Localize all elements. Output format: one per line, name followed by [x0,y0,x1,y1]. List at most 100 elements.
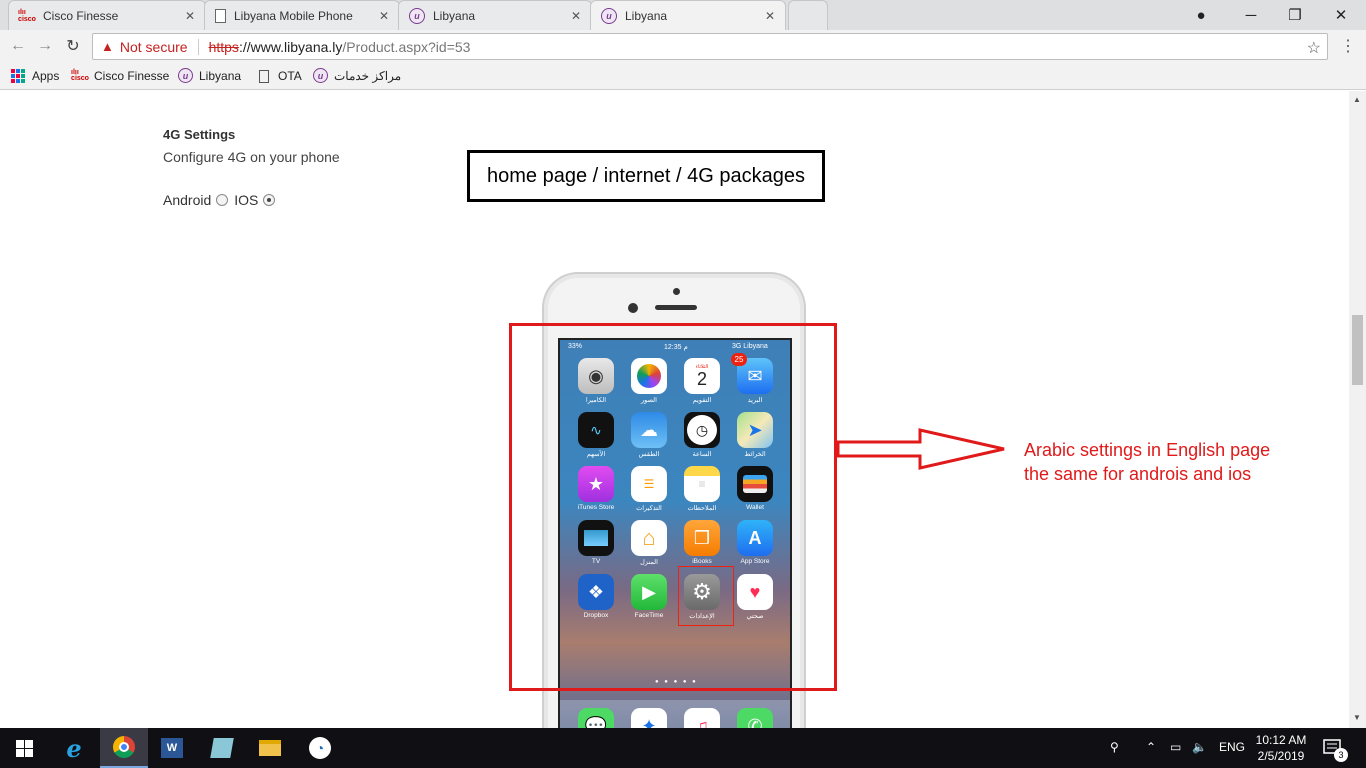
close-icon[interactable]: ✕ [379,9,389,23]
taskbar-cisco-app[interactable]: ◔ [296,728,344,768]
phone-camera [628,303,638,313]
ios-radio[interactable] [263,194,276,206]
taskbar-chrome[interactable] [100,728,148,768]
page-viewport: 4G Settings Configure 4G on your phone A… [0,91,1349,728]
bookmark-ota[interactable]: OTA [256,68,302,84]
tab-libyana[interactable]: u Libyana ✕ [398,0,592,30]
url-scheme: https [208,38,239,55]
people-icon[interactable]: ⚲ [1110,740,1119,754]
libyana-favicon-icon: u [409,7,425,24]
bookmark-star-icon[interactable]: ☆ [1307,38,1321,58]
page-scrollbar[interactable]: ▲ ▼ [1349,91,1366,728]
libyana-icon: u [178,68,193,83]
window-close-icon[interactable]: ✕ [1318,0,1364,30]
close-icon[interactable]: ✕ [765,9,775,23]
scroll-thumb[interactable] [1352,315,1363,385]
cisco-jabber-icon: ◔ [309,737,331,759]
show-hidden-icons-chevron-icon[interactable]: ⌃ [1146,740,1156,754]
tab-title: Libyana Mobile Phone [234,8,353,23]
url-host: ://www.libyana.ly [238,38,343,55]
separator [197,38,199,55]
forward-arrow-icon[interactable]: → [35,36,55,56]
phone-sensor [673,288,680,295]
bookmark-label: Cisco Finesse [94,69,170,83]
scroll-up-icon[interactable]: ▲ [1353,95,1361,104]
close-icon[interactable]: ✕ [571,9,581,23]
screen: ılıı cisco Cisco Finesse ✕ Libyana Mobile… [0,0,1366,768]
reload-icon[interactable]: ↻ [63,36,83,56]
tab-title: Libyana [625,8,668,23]
red-highlight-box [509,323,837,691]
android-radio[interactable] [216,194,229,206]
chrome-icon [113,736,135,758]
bookmark-label: Apps [32,69,60,83]
bookmark-label: OTA [278,69,302,83]
page-icon [256,68,272,84]
address-bar[interactable]: ▲ Not secure https://www.libyana.ly/Prod… [92,33,1328,60]
internet-explorer-icon: e [66,733,82,763]
taskbar-sticky-notes[interactable] [198,728,246,768]
warning-triangle-icon: ▲ [101,39,114,54]
os-radio-group: Android IOS [163,192,281,208]
url-path: /Product.aspx?id=53 [342,38,471,55]
taskbar-internet-explorer[interactable]: e [50,728,98,768]
word-icon: W [161,738,183,758]
notification-count-badge: 3 [1334,748,1348,762]
dock-messages: 💬 [576,708,616,728]
phone-speaker [655,305,697,310]
libyana-icon: u [313,68,328,83]
bookmark-label: مراكز خدمات [334,68,402,83]
input-language[interactable]: ENG [1219,740,1245,754]
bookmark-cisco-finesse[interactable]: ılıı cisco Cisco Finesse [71,68,170,84]
new-tab-button[interactable] [788,0,828,30]
red-arrow-annotation [836,428,1005,470]
scroll-down-icon[interactable]: ▼ [1353,713,1361,722]
annotation-line-1: Arabic settings in English page [1024,440,1271,460]
apps-grid-icon [10,68,26,84]
browser-menu-icon[interactable]: ⋮ [1340,36,1356,56]
back-arrow-icon[interactable]: ← [8,36,28,56]
minimize-icon[interactable]: ─ [1228,0,1274,30]
profile-icon[interactable]: ● [1178,0,1224,30]
phone-dock: 💬 ✦ ♫ ✆ [560,700,790,728]
clock-time: 10:12 AM [1255,733,1307,747]
bookmarks-bar: Apps ılıı cisco Cisco Finesse u Libyana O… [0,62,1366,90]
network-icon[interactable]: ▭ [1170,740,1181,754]
bookmark-label: Libyana [199,68,242,83]
tab-title: Cisco Finesse [43,8,119,23]
ios-radio-label: IOS [234,192,259,208]
android-radio-label: Android [163,192,212,208]
annotation-note: Arabic settings in English page the same… [1024,438,1270,486]
taskbar-word[interactable]: W [148,728,196,768]
messages-icon: 💬 [578,708,614,728]
tab-cisco-finesse[interactable]: ılıı cisco Cisco Finesse ✕ [8,0,206,30]
bookmark-apps[interactable]: Apps [10,68,59,84]
system-clock[interactable]: 10:12 AM 2/5/2019 [1246,732,1316,764]
browser-tab-strip: ılıı cisco Cisco Finesse ✕ Libyana Mobile… [0,0,1366,30]
close-icon[interactable]: ✕ [185,9,195,23]
bookmark-service-centers[interactable]: u مراكز خدمات [313,68,401,83]
clock-date: 2/5/2019 [1257,749,1305,763]
annotation-line-2: the same for androis and ios [1024,464,1252,484]
tab-libyana-active[interactable]: u Libyana ✕ [590,0,786,30]
document-favicon-icon [215,8,226,23]
browser-toolbar: ← → ↻ ▲ Not secure https://www.libyana.l… [0,30,1366,62]
settings-heading: 4G Settings [163,127,236,142]
volume-icon[interactable]: 🔈 [1192,740,1207,754]
safari-icon: ✦ [631,708,667,728]
taskbar-file-explorer[interactable] [246,728,294,768]
music-icon: ♫ [684,708,720,728]
bookmark-libyana[interactable]: u Libyana [178,68,241,83]
dock-music: ♫ [682,708,722,728]
tab-title: Libyana [433,8,476,23]
libyana-favicon-icon: u [601,7,617,24]
cisco-icon: ılıı cisco [71,69,89,82]
breadcrumb-annotation: home page / internet / 4G packages [467,150,825,202]
not-secure-label[interactable]: Not secure [120,39,188,55]
tab-libyana-mobile-phone[interactable]: Libyana Mobile Phone ✕ [204,0,400,30]
notes-app-icon [210,738,234,758]
start-button[interactable] [0,728,48,768]
dock-phone: ✆ [735,708,775,728]
restore-icon[interactable]: ❐ [1272,0,1318,30]
folder-icon [259,740,281,756]
